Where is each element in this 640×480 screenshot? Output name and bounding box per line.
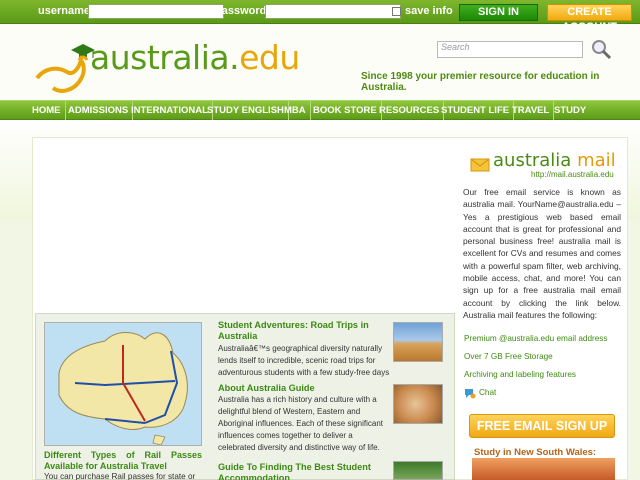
free-email-signup-button[interactable]: FREE EMAIL SIGN UP (469, 414, 615, 438)
username-label: username (38, 5, 90, 17)
map-icon (45, 323, 201, 445)
main-nav: HOME ADMISSIONS INTERNATIONAL STUDY ENGL… (0, 100, 640, 120)
feature-storage[interactable]: Over 7 GB Free Storage (464, 352, 553, 361)
username-input[interactable] (88, 4, 224, 19)
rail-passes-title[interactable]: Different Types of Rail Passes Available… (44, 450, 202, 471)
mail-description: Our free email service is known as austr… (463, 187, 621, 320)
road-trips-title[interactable]: Student Adventures: Road Trips in Austra… (218, 320, 388, 342)
study-nsw-heading[interactable]: Study in New South Wales: (474, 447, 596, 458)
feature-premium-address[interactable]: Premium @australia.edu email address (464, 334, 607, 343)
nav-travel[interactable]: TRAVEL (508, 101, 555, 120)
accommodation-thumbnail[interactable] (393, 461, 443, 480)
mail-title: australia mail (493, 150, 616, 171)
rail-passes-text: You can purchase Rail passes for state o… (44, 472, 196, 480)
feature-archiving[interactable]: Archiving and labeling features (464, 370, 576, 379)
nav-study[interactable]: STUDY (550, 101, 590, 120)
nav-study-english[interactable]: STUDY ENGLISH (203, 101, 289, 120)
road-trip-thumbnail[interactable] (393, 322, 443, 362)
australia-rail-map[interactable] (44, 322, 202, 446)
chat-icon (465, 389, 476, 399)
site-logo[interactable]: australia.edu (90, 38, 300, 77)
nav-mba[interactable]: MBA (280, 101, 311, 120)
nav-resources[interactable]: RESOURCES (375, 101, 445, 120)
australia-guide-text: Australia has a rich history and culture… (218, 395, 383, 452)
nav-admissions[interactable]: ADMISSIONS (64, 101, 134, 120)
feature-chat[interactable]: Chat (479, 388, 496, 397)
sign-in-button[interactable]: SIGN IN (459, 4, 538, 21)
nav-book-store[interactable]: BOOK STORE (309, 101, 382, 120)
save-info-checkbox[interactable] (392, 7, 401, 16)
envelope-icon (470, 158, 490, 172)
save-info-label: save info (405, 5, 453, 17)
search-icon[interactable] (590, 38, 612, 60)
mail-url-link[interactable]: http://mail.australia.edu (531, 170, 614, 179)
password-input[interactable] (265, 4, 401, 19)
nav-student-life[interactable]: STUDENT LIFE (437, 101, 515, 120)
nav-international[interactable]: INTERNATIONAL (127, 101, 213, 120)
australia-guide-title[interactable]: About Australia Guide (218, 383, 388, 394)
create-account-button[interactable]: CREATE ACCOUNT (547, 4, 632, 33)
login-bar: username password save info SIGN IN CREA… (0, 0, 640, 33)
nav-home[interactable]: HOME (28, 101, 66, 120)
site-header: australia.edu Search Since 1998 your pre… (0, 24, 640, 100)
search-input[interactable]: Search (437, 41, 583, 58)
globe-thumbnail[interactable] (393, 384, 443, 424)
accommodation-title[interactable]: Guide To Finding The Best Student Accomm… (218, 462, 388, 480)
nsw-image[interactable] (472, 458, 615, 480)
tagline: Since 1998 your premier resource for edu… (361, 71, 600, 93)
kangaroo-logo-icon[interactable] (35, 38, 95, 94)
password-label: password (215, 5, 267, 17)
road-trips-text: Australiaâ€™s geographical diversity nat… (218, 344, 390, 377)
